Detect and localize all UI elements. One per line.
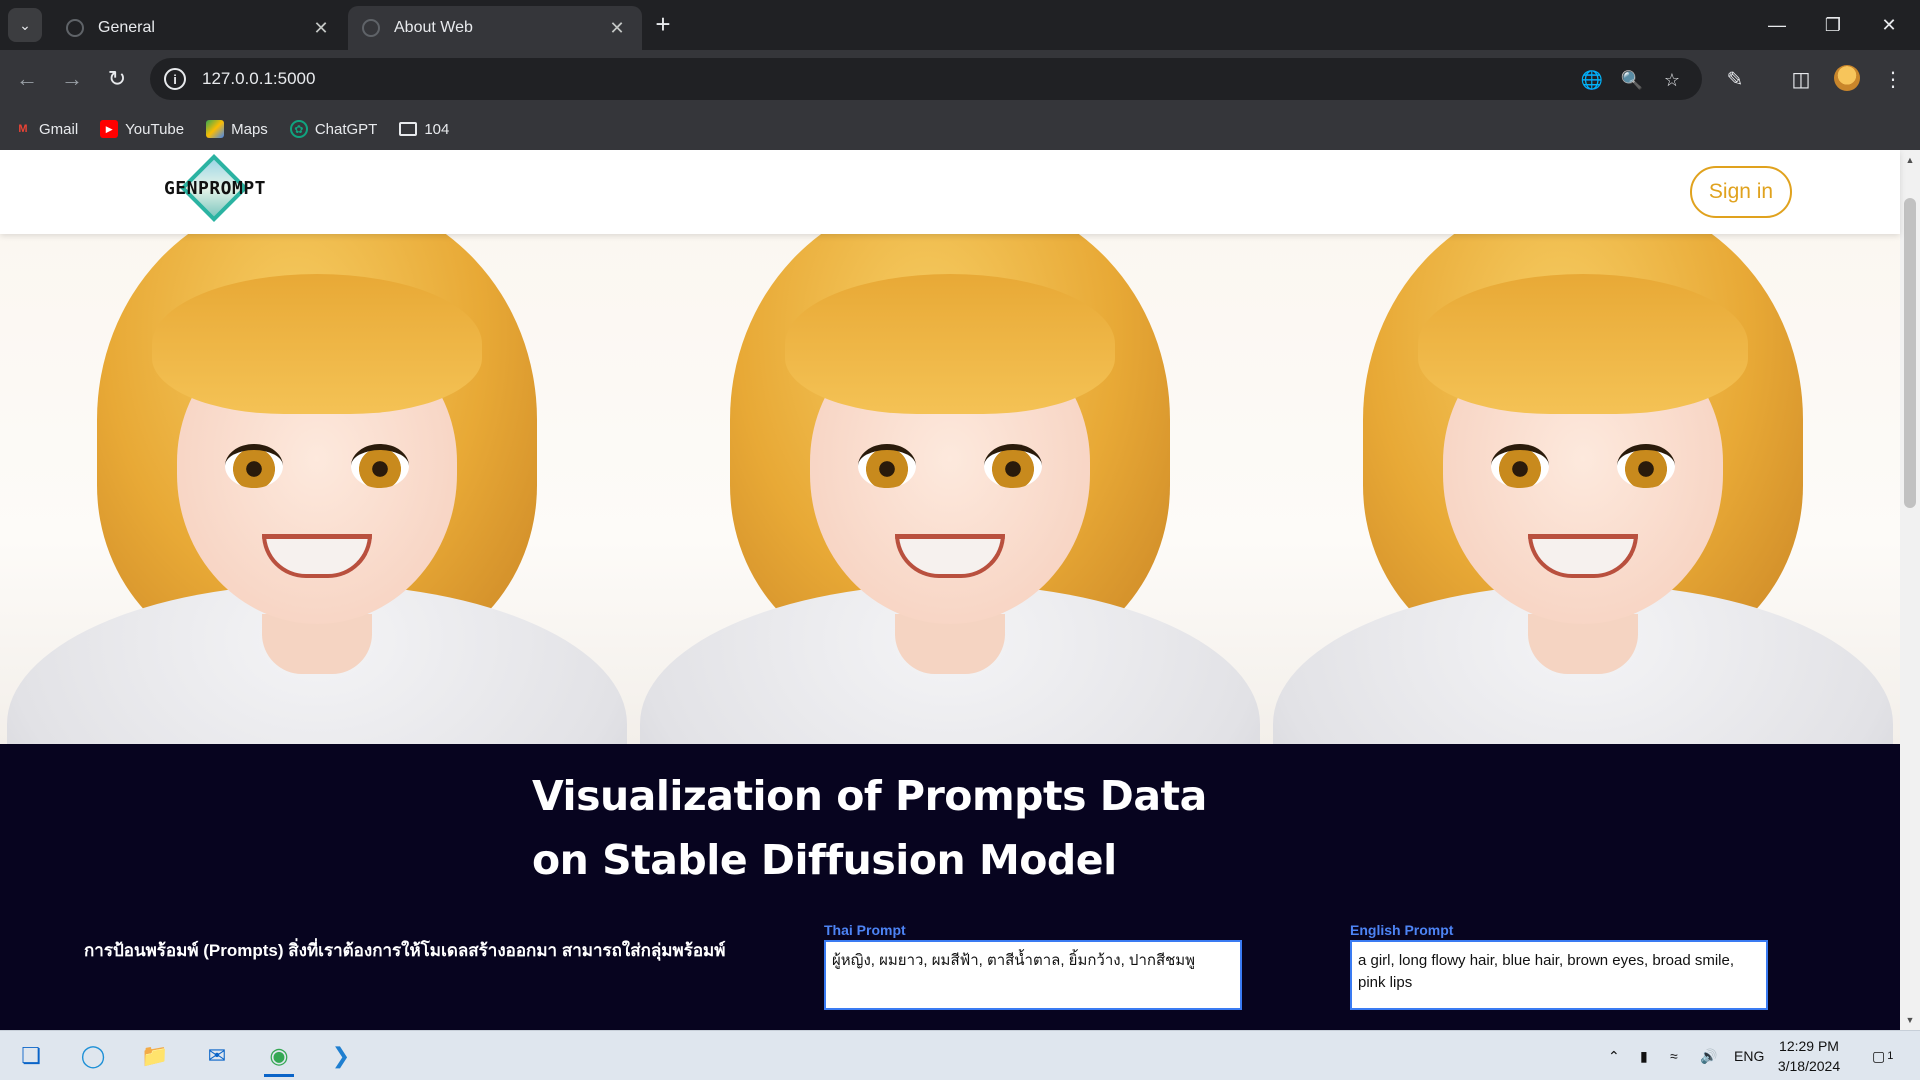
globe-icon (66, 19, 84, 37)
intro-section: Visualization of Prompts Data on Stable … (0, 744, 1900, 1030)
close-icon[interactable]: ✕ (606, 17, 628, 39)
bookmark-youtube[interactable]: ▶ YouTube (100, 120, 184, 138)
bookmarks-bar: M Gmail ▶ YouTube Maps ✿ ChatGPT 104 (0, 108, 1920, 150)
bangs-shape (784, 274, 1115, 414)
taskbar: ❏ ◯ 📁 ✉ ◉ ❯ ⌃ ▮ ≈ 🔊 ENG 12:29 PM 3/18/20… (0, 1030, 1920, 1080)
tab-strip: ⌄ General ✕ About Web ✕ + — ❐ ✕ (0, 0, 1920, 50)
battery-icon[interactable]: ▮ (1640, 1031, 1648, 1080)
page-viewport: GENPROMPT Sign in Visualization of Promp… (0, 150, 1920, 1030)
clock-date: 3/18/2024 (1777, 1058, 1841, 1074)
tray-chevron-icon[interactable]: ⌃ (1608, 1031, 1620, 1080)
scrollbar-thumb[interactable] (1904, 198, 1916, 508)
bookmark-label: Gmail (39, 120, 79, 138)
url-text[interactable]: 127.0.0.1:5000 (202, 69, 315, 89)
english-prompt-block: English Prompt a girl, long flowy hair, … (1350, 922, 1768, 1010)
scroll-down-icon[interactable]: ▼ (1900, 1012, 1920, 1028)
title-line-1: Visualization of Prompts Data (532, 772, 1207, 820)
bangs-shape (1418, 274, 1749, 414)
hero-banner (0, 234, 1900, 744)
back-button[interactable]: ← (10, 62, 44, 96)
maps-icon (206, 120, 225, 138)
globe-icon (362, 19, 380, 37)
profile-avatar[interactable] (1834, 65, 1860, 91)
bangs-shape (151, 274, 482, 414)
notification-icon[interactable]: ▢ 1 (1872, 1031, 1893, 1080)
wifi-icon[interactable]: ≈ (1670, 1031, 1678, 1080)
eye-shape (1617, 444, 1676, 488)
hero-image (0, 234, 634, 744)
side-panel-icon[interactable]: ◫ (1784, 62, 1818, 96)
site-header: GENPROMPT Sign in (0, 150, 1900, 234)
eye-shape (350, 444, 409, 488)
tab-title: General (98, 19, 155, 36)
sign-in-button[interactable]: Sign in (1690, 166, 1792, 218)
vscode-icon[interactable]: ❯ (316, 1035, 366, 1077)
scroll-up-icon[interactable]: ▲ (1900, 152, 1920, 168)
system-clock[interactable]: 12:29 PM 3/18/2024 (1770, 1036, 1848, 1076)
eye-shape (224, 444, 283, 488)
forward-button[interactable]: → (55, 62, 89, 96)
title-line-2: on Stable Diffusion Model (532, 836, 1117, 884)
description-text: การป้อนพร้อมพ์ (Prompts) สิ่งที่เราต้องก… (84, 941, 726, 960)
bookmark-maps[interactable]: Maps (206, 120, 268, 138)
file-explorer-icon[interactable]: 📁 (130, 1035, 180, 1077)
thai-prompt-label: Thai Prompt (824, 922, 906, 938)
minimize-button[interactable]: — (1754, 8, 1800, 42)
eye-shape (983, 444, 1042, 488)
restore-button[interactable]: ❐ (1810, 8, 1856, 42)
close-icon[interactable]: ✕ (310, 17, 332, 39)
bookmark-label: Maps (231, 120, 268, 138)
bookmark-label: YouTube (125, 120, 185, 138)
folder-icon (399, 122, 418, 136)
zoom-icon[interactable]: 🔍 (1618, 66, 1646, 94)
tab-search-button[interactable]: ⌄ (8, 8, 42, 42)
bookmark-gmail[interactable]: M Gmail (14, 120, 78, 138)
gmail-icon: M (18, 123, 28, 135)
page-title: Visualization of Prompts Data on Stable … (532, 764, 1207, 892)
windows-start-icon[interactable]: ❏ (6, 1035, 56, 1077)
close-window-button[interactable]: ✕ (1866, 8, 1912, 42)
chrome-icon[interactable]: ◉ (254, 1035, 304, 1077)
tab-general[interactable]: General ✕ (52, 6, 346, 50)
mail-icon[interactable]: ✉ (192, 1035, 242, 1077)
tab-title: About Web (394, 19, 473, 36)
page-scrollbar[interactable]: ▲ ▼ (1900, 150, 1920, 1030)
tab-about-web[interactable]: About Web ✕ (348, 6, 642, 50)
bookmark-folder-104[interactable]: 104 (399, 121, 449, 138)
hero-image (633, 234, 1267, 744)
bookmark-label: 104 (424, 120, 450, 138)
translate-icon[interactable]: 🌐 (1578, 66, 1606, 94)
new-tab-button[interactable]: + (650, 11, 676, 38)
browser-toolbar: ← → ↻ i 127.0.0.1:5000 🌐 🔍 ☆ ✎ ◫ ⋮ (0, 50, 1920, 108)
info-icon[interactable]: i (164, 68, 186, 90)
bookmark-star-icon[interactable]: ☆ (1658, 66, 1686, 94)
bookmark-chatgpt[interactable]: ✿ ChatGPT (289, 120, 378, 138)
thai-prompt-block: Thai Prompt ผู้หญิง, ผมยาว, ผมสีฟ้า, ตาส… (824, 922, 1242, 1010)
eye-shape (1491, 444, 1550, 488)
volume-icon[interactable]: 🔊 (1700, 1031, 1717, 1080)
menu-icon[interactable]: ⋮ (1876, 62, 1910, 96)
reload-button[interactable]: ↻ (100, 62, 134, 96)
chatgpt-icon: ✿ (289, 120, 308, 138)
chat-bubble-icon: ▢ (1872, 1047, 1886, 1064)
hero-image (1266, 234, 1900, 744)
chevron-down-icon: ⌄ (19, 16, 31, 33)
english-prompt-field[interactable]: a girl, long flowy hair, blue hair, brow… (1350, 940, 1768, 1010)
edge-icon[interactable]: ◯ (68, 1035, 118, 1077)
english-prompt-label: English Prompt (1350, 922, 1454, 938)
language-indicator[interactable]: ENG (1734, 1031, 1764, 1080)
youtube-icon: ▶ (100, 120, 119, 138)
address-bar[interactable]: i 127.0.0.1:5000 🌐 🔍 ☆ (150, 58, 1702, 100)
site-logo[interactable]: GENPROMPT (162, 154, 268, 222)
notification-count: 1 (1887, 1050, 1894, 1062)
clock-time: 12:29 PM (1779, 1038, 1839, 1054)
extensions-icon[interactable]: ✎ (1718, 62, 1752, 96)
thai-prompt-field[interactable]: ผู้หญิง, ผมยาว, ผมสีฟ้า, ตาสีน้ำตาล, ยิ้… (824, 940, 1242, 1010)
eye-shape (857, 444, 916, 488)
bookmark-label: ChatGPT (314, 120, 378, 138)
logo-text: GENPROMPT (163, 178, 267, 199)
